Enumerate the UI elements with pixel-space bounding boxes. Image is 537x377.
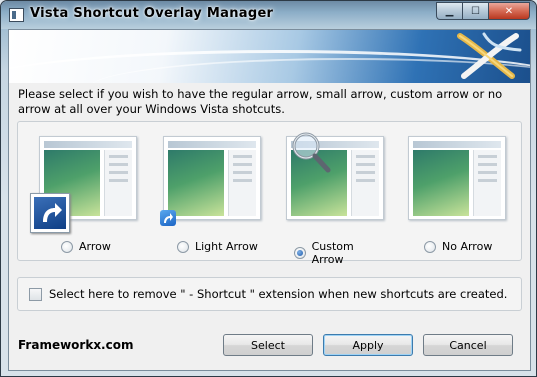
dialog-client-area: Please select if you wish to have the re…	[8, 29, 531, 371]
radio-light-arrow[interactable]: Light Arrow	[177, 240, 258, 253]
magnifier-icon	[292, 132, 331, 173]
option-light-arrow[interactable]: Light Arrow	[160, 136, 263, 253]
radio-label: No Arrow	[442, 240, 493, 253]
apply-button[interactable]: Apply	[323, 334, 413, 356]
website-label: Frameworkx.com	[18, 338, 134, 352]
close-button[interactable]: ✕	[488, 2, 530, 20]
no-arrow-preview[interactable]	[408, 136, 506, 220]
extension-option-group: Select here to remove " - Shortcut " ext…	[17, 277, 522, 311]
large-arrow-icon	[30, 193, 70, 233]
arrow-preview[interactable]	[30, 136, 137, 233]
select-button[interactable]: Select	[223, 334, 313, 356]
radio-button[interactable]	[424, 240, 436, 253]
app-window: Vista Shortcut Overlay Manager ▁ ☐ ✕ Ple…	[0, 0, 537, 377]
light-arrow-preview[interactable]	[160, 136, 261, 226]
cancel-button[interactable]: Cancel	[423, 334, 513, 356]
minimize-button[interactable]: ▁	[436, 2, 462, 20]
radio-button[interactable]	[294, 247, 306, 259]
radio-custom-arrow[interactable]: Custom Arrow	[294, 240, 386, 266]
maximize-button[interactable]: ☐	[462, 2, 488, 20]
radio-label: Arrow	[79, 240, 111, 253]
header-banner	[9, 30, 530, 83]
radio-button[interactable]	[61, 240, 73, 253]
option-custom-arrow[interactable]: Custom Arrow	[286, 132, 386, 266]
radio-label: Light Arrow	[195, 240, 258, 253]
radio-no-arrow[interactable]: No Arrow	[424, 240, 492, 253]
window-controls: ▁ ☐ ✕	[436, 2, 530, 20]
frameworkx-logo-icon	[457, 32, 522, 79]
remove-extension-label[interactable]: Select here to remove " - Shortcut " ext…	[49, 287, 507, 301]
radio-button[interactable]	[177, 240, 189, 253]
instruction-text: Please select if you wish to have the re…	[18, 87, 503, 116]
title-bar[interactable]: Vista Shortcut Overlay Manager ▁ ☐ ✕	[1, 1, 536, 29]
app-icon	[9, 8, 24, 22]
remove-extension-checkbox[interactable]	[29, 288, 42, 301]
option-no-arrow[interactable]: No Arrow	[408, 136, 508, 253]
radio-arrow[interactable]: Arrow	[61, 240, 111, 253]
arrow-options-group: Arrow Light Arrow Custom Arrow No Arrow	[17, 121, 522, 266]
option-arrow[interactable]: Arrow	[30, 136, 139, 253]
window-title: Vista Shortcut Overlay Manager	[30, 6, 274, 21]
small-arrow-icon	[160, 210, 176, 226]
radio-label: Custom Arrow	[311, 240, 354, 266]
custom-arrow-preview[interactable]	[286, 132, 384, 220]
